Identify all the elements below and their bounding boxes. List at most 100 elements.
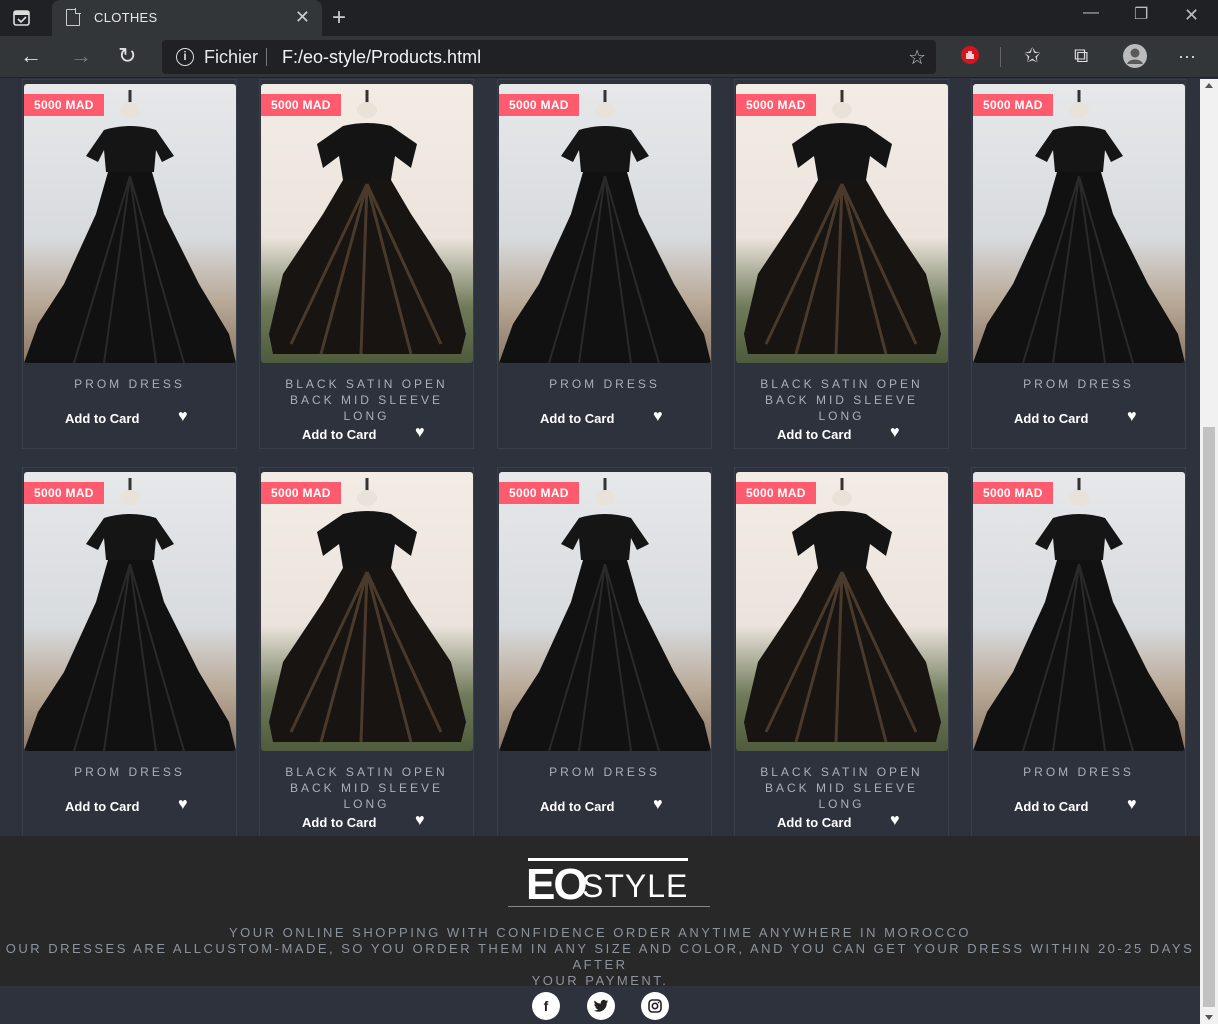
add-to-card-button[interactable]: Add to Card xyxy=(777,427,851,442)
social-links: f xyxy=(0,986,1200,1024)
product-name[interactable]: PROM DRESS xyxy=(972,376,1185,392)
browser-tab[interactable]: CLOTHES ✕ xyxy=(52,0,322,36)
tab-title: CLOTHES xyxy=(94,10,158,25)
eostyle-logo[interactable]: EO STYLE xyxy=(508,858,710,909)
add-favorite-icon[interactable]: ☆ xyxy=(908,45,926,70)
extension-icon[interactable] xyxy=(960,45,980,70)
product-name[interactable]: PROM DRESS xyxy=(23,376,236,392)
price-badge: 5000 MAD xyxy=(499,94,579,116)
product-card[interactable]: 5000 MAD PROM DRESS Add to Card ♥ xyxy=(497,467,712,837)
heart-icon[interactable]: ♥ xyxy=(890,424,900,442)
footer: EO STYLE YOUR ONLINE SHOPPING WITH CONFI… xyxy=(0,836,1200,989)
add-to-card-button[interactable]: Add to Card xyxy=(777,815,851,830)
product-name[interactable]: BLACK SATIN OPEN BACK MID SLEEVE LONG xyxy=(735,376,948,424)
facebook-icon[interactable]: f xyxy=(532,992,560,1020)
document-icon xyxy=(66,8,81,26)
add-to-card-button[interactable]: Add to Card xyxy=(302,815,376,830)
price-badge: 5000 MAD xyxy=(24,482,104,504)
heart-icon[interactable]: ♥ xyxy=(415,424,425,442)
product-name[interactable]: PROM DRESS xyxy=(498,764,711,780)
more-options-icon[interactable]: ··· xyxy=(1178,44,1196,68)
heart-icon[interactable]: ♥ xyxy=(1127,796,1137,814)
product-card[interactable]: 5000 MAD BLACK SATIN OPEN BACK MID SLEEVE… xyxy=(734,467,949,837)
product-image[interactable] xyxy=(973,472,1185,751)
add-to-card-button[interactable]: Add to Card xyxy=(1014,799,1088,814)
product-image[interactable] xyxy=(973,84,1185,363)
product-image[interactable] xyxy=(24,84,236,363)
scroll-down-arrow-icon[interactable] xyxy=(1205,1015,1213,1020)
price-badge: 5000 MAD xyxy=(736,94,816,116)
address-protocol: Fichier xyxy=(204,47,259,67)
add-to-card-button[interactable]: Add to Card xyxy=(302,427,376,442)
product-name[interactable]: BLACK SATIN OPEN BACK MID SLEEVE LONG xyxy=(260,764,473,812)
heart-icon[interactable]: ♥ xyxy=(415,812,425,830)
add-to-card-button[interactable]: Add to Card xyxy=(1014,411,1088,426)
restore-icon[interactable]: ❐ xyxy=(1134,4,1148,24)
product-image[interactable] xyxy=(736,84,948,363)
product-card[interactable]: 5000 MAD PROM DRESS Add to Card ♥ xyxy=(22,467,237,837)
heart-icon[interactable]: ♥ xyxy=(178,408,188,426)
address-separator xyxy=(266,48,267,66)
product-image[interactable] xyxy=(24,472,236,751)
twitter-icon[interactable] xyxy=(587,992,615,1020)
address-bar[interactable]: i Fichier F:/eo-style/Products.html ☆ xyxy=(162,40,936,74)
product-card[interactable]: 5000 MAD BLACK SATIN OPEN BACK MID SLEEVE… xyxy=(259,79,474,449)
scrollbar-thumb[interactable] xyxy=(1203,427,1215,1007)
scroll-up-arrow-icon[interactable] xyxy=(1205,83,1213,88)
toolbar-divider xyxy=(1000,47,1001,67)
product-card[interactable]: 5000 MAD PROM DRESS Add to Card ♥ xyxy=(497,79,712,449)
profile-icon[interactable] xyxy=(1122,43,1148,74)
page-scrollbar[interactable] xyxy=(1200,79,1218,1024)
heart-icon[interactable]: ♥ xyxy=(1127,408,1137,426)
add-to-card-button[interactable]: Add to Card xyxy=(540,799,614,814)
forward-icon[interactable]: → xyxy=(70,44,92,68)
price-badge: 5000 MAD xyxy=(499,482,579,504)
product-name[interactable]: PROM DRESS xyxy=(972,764,1185,780)
collections-icon[interactable]: ⧉ xyxy=(1074,44,1088,68)
browser-toolbar: ← → ↻ i Fichier F:/eo-style/Products.htm… xyxy=(0,36,1218,78)
product-image[interactable] xyxy=(736,472,948,751)
price-badge: 5000 MAD xyxy=(736,482,816,504)
address-url[interactable]: F:/eo-style/Products.html xyxy=(282,47,481,68)
product-image[interactable] xyxy=(499,472,711,751)
tagline-line-2: OUR DRESSES ARE ALLCUSTOM-MADE, SO YOU O… xyxy=(5,941,1195,972)
price-badge: 5000 MAD xyxy=(973,94,1053,116)
product-image[interactable] xyxy=(261,84,473,363)
product-card[interactable]: 5000 MAD BLACK SATIN OPEN BACK MID SLEEVE… xyxy=(259,467,474,837)
product-card[interactable]: 5000 MAD BLACK SATIN OPEN BACK MID SLEEVE… xyxy=(734,79,949,449)
minimize-icon[interactable]: — xyxy=(1083,4,1099,22)
product-card[interactable]: 5000 MAD PROM DRESS Add to Card ♥ xyxy=(22,79,237,449)
product-row: 5000 MAD PROM DRESS Add to Card ♥ 5000 MAD BL… xyxy=(22,79,1188,449)
add-to-card-button[interactable]: Add to Card xyxy=(65,799,139,814)
new-tab-icon[interactable]: + xyxy=(332,4,346,32)
add-to-card-button[interactable]: Add to Card xyxy=(65,411,139,426)
close-tab-icon[interactable]: ✕ xyxy=(295,7,310,28)
product-image[interactable] xyxy=(499,84,711,363)
price-badge: 5000 MAD xyxy=(24,94,104,116)
product-name[interactable]: PROM DRESS xyxy=(498,376,711,392)
product-name[interactable]: BLACK SATIN OPEN BACK MID SLEEVE LONG xyxy=(735,764,948,812)
heart-icon[interactable]: ♥ xyxy=(653,408,663,426)
back-icon[interactable]: ← xyxy=(20,44,42,68)
product-card[interactable]: 5000 MAD PROM DRESS Add to Card ♥ xyxy=(971,467,1186,837)
instagram-icon[interactable] xyxy=(641,992,669,1020)
browser-tab-bar: CLOTHES ✕ + — ❐ ✕ xyxy=(0,0,1218,36)
product-image[interactable] xyxy=(261,472,473,751)
add-to-card-button[interactable]: Add to Card xyxy=(540,411,614,426)
price-badge: 5000 MAD xyxy=(973,482,1053,504)
price-badge: 5000 MAD xyxy=(261,94,341,116)
site-info-icon[interactable]: i xyxy=(176,48,194,66)
window-close-icon[interactable]: ✕ xyxy=(1184,5,1199,26)
footer-tagline: YOUR ONLINE SHOPPING WITH CONFIDENCE ORD… xyxy=(0,925,1200,989)
heart-icon[interactable]: ♥ xyxy=(653,796,663,814)
tab-actions-icon[interactable] xyxy=(12,8,32,28)
favorites-icon[interactable]: ✩ xyxy=(1024,44,1041,68)
tagline-line-1: YOUR ONLINE SHOPPING WITH CONFIDENCE ORD… xyxy=(229,925,971,940)
page-content: 5000 MAD PROM DRESS Add to Card ♥ 5000 MAD BL… xyxy=(0,79,1200,1024)
product-name[interactable]: PROM DRESS xyxy=(23,764,236,780)
reload-icon[interactable]: ↻ xyxy=(118,44,136,68)
product-name[interactable]: BLACK SATIN OPEN BACK MID SLEEVE LONG xyxy=(260,376,473,424)
heart-icon[interactable]: ♥ xyxy=(178,796,188,814)
heart-icon[interactable]: ♥ xyxy=(890,812,900,830)
product-card[interactable]: 5000 MAD PROM DRESS Add to Card ♥ xyxy=(971,79,1186,449)
